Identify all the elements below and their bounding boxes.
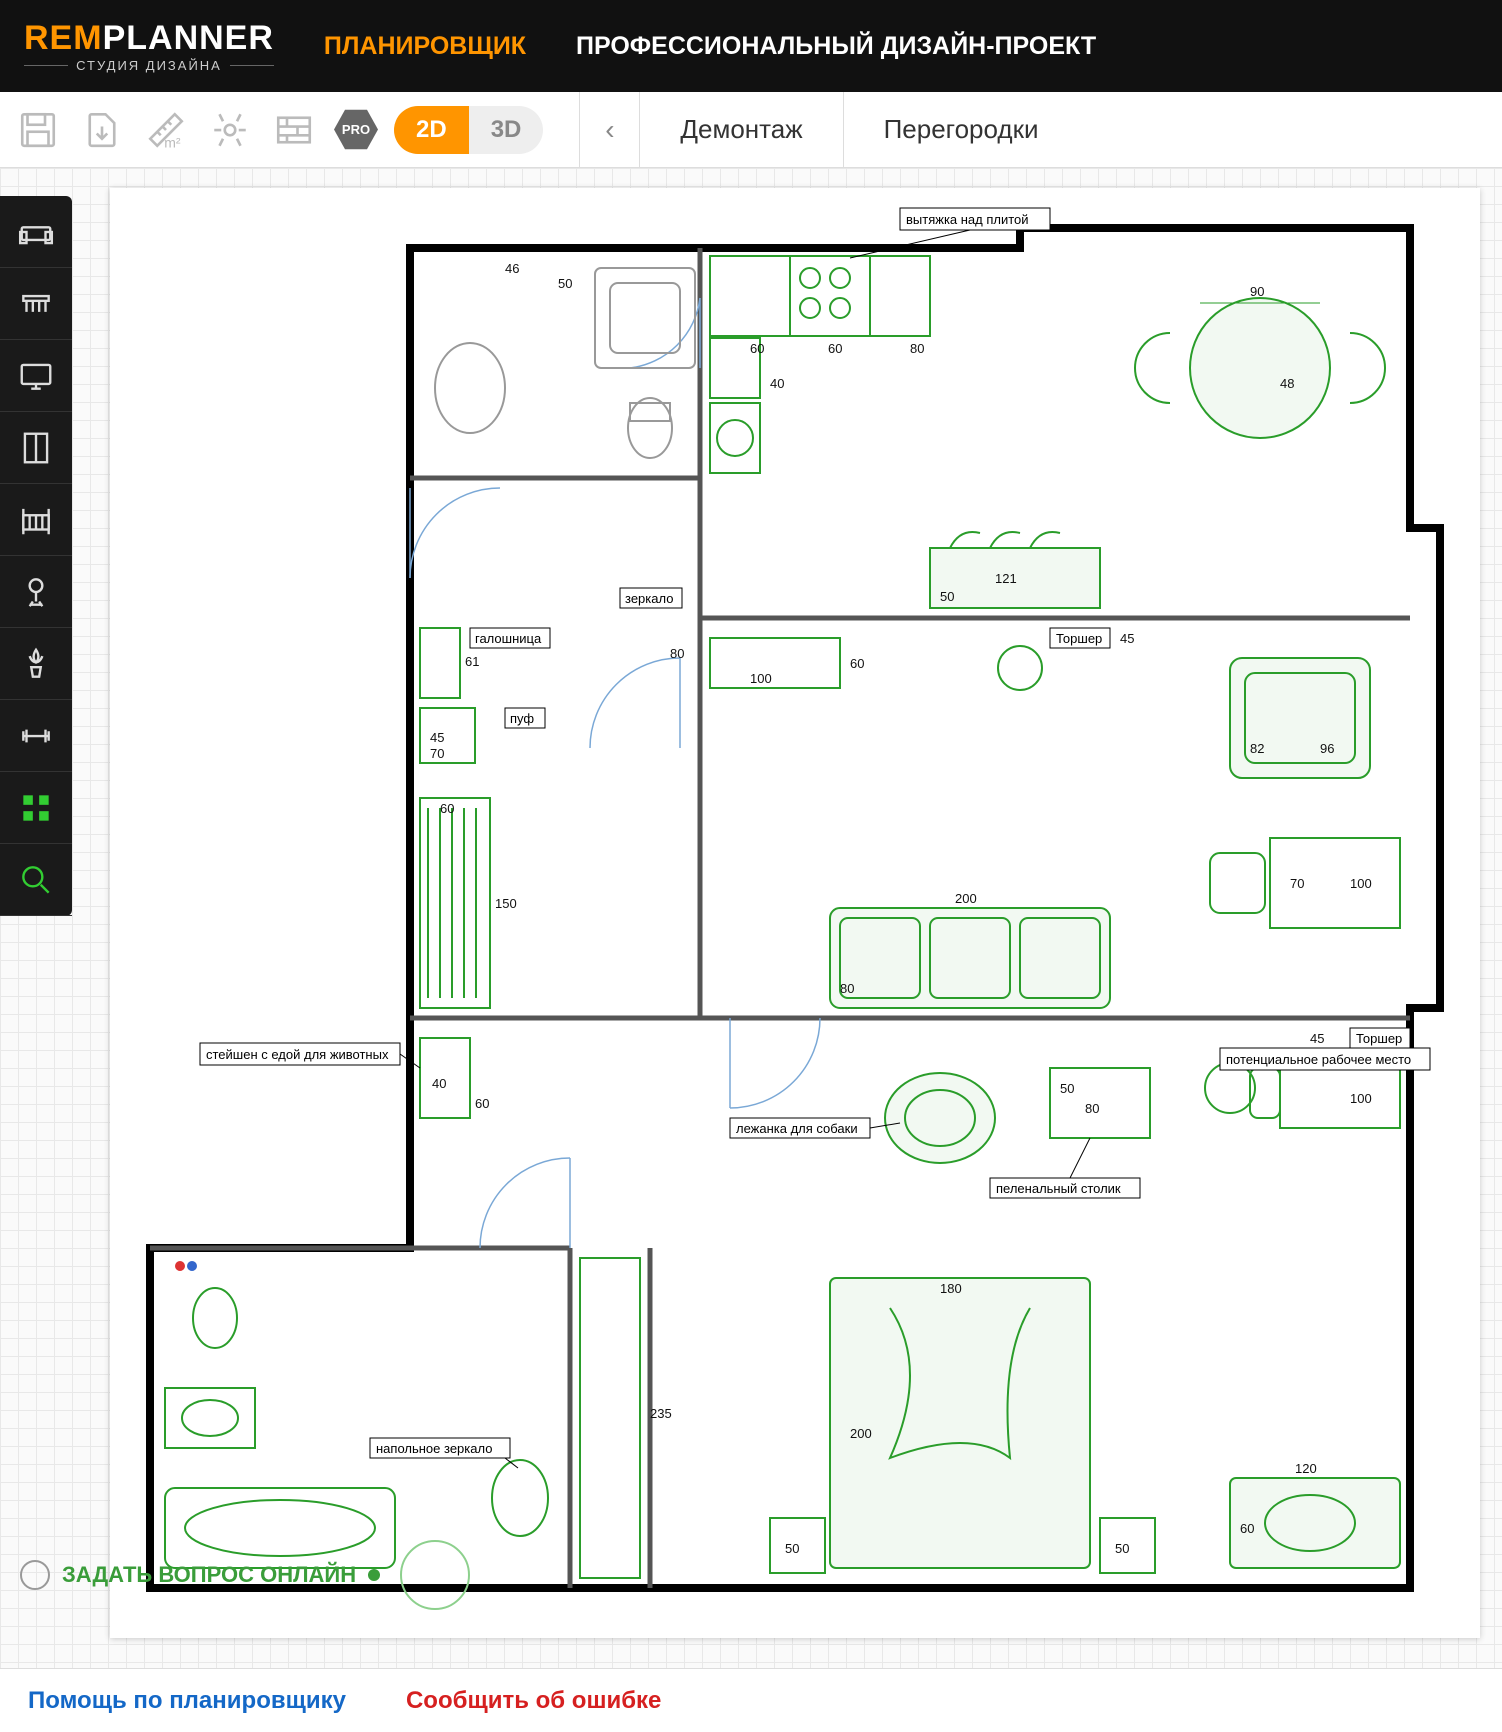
- svg-text:200: 200: [850, 1426, 872, 1441]
- label-workplace: потенциальное рабочее место: [1226, 1052, 1411, 1067]
- chat-online[interactable]: ЗАДАТЬ ВОПРОС ОНЛАЙН: [20, 1560, 380, 1590]
- view-toggle: 2D 3D: [394, 106, 543, 154]
- svg-text:80: 80: [670, 646, 684, 661]
- settings-icon[interactable]: [206, 106, 254, 154]
- app-header: REMPLANNER СТУДИЯ ДИЗАЙНА ПЛАНИРОВЩИК ПР…: [0, 0, 1502, 92]
- svg-text:61: 61: [465, 654, 479, 669]
- svg-text:50: 50: [1115, 1541, 1129, 1556]
- chat-bubble-icon: [20, 1560, 50, 1590]
- svg-text:50: 50: [785, 1541, 799, 1556]
- palette-sofa-icon[interactable]: [0, 196, 72, 268]
- view-2d[interactable]: 2D: [394, 106, 469, 154]
- svg-text:60: 60: [1240, 1521, 1254, 1536]
- svg-text:m²: m²: [164, 134, 181, 150]
- label-pet: стейшен с едой для животных: [206, 1047, 389, 1062]
- svg-text:82: 82: [1250, 741, 1264, 756]
- svg-text:45: 45: [1310, 1031, 1324, 1046]
- wall-icon[interactable]: [270, 106, 318, 154]
- label-lamp1: Торшер: [1056, 631, 1102, 646]
- logo-subtitle: СТУДИЯ ДИЗАЙНА: [24, 59, 274, 72]
- svg-text:200: 200: [955, 891, 977, 906]
- measure-icon[interactable]: m²: [142, 106, 190, 154]
- view-3d[interactable]: 3D: [469, 106, 544, 154]
- svg-text:50: 50: [940, 589, 954, 604]
- pro-badge[interactable]: PRO: [334, 108, 378, 152]
- svg-text:180: 180: [940, 1281, 962, 1296]
- tab-partitions[interactable]: Перегородки: [843, 92, 1079, 167]
- palette-crib-icon[interactable]: [0, 484, 72, 556]
- svg-text:100: 100: [1350, 876, 1372, 891]
- tabs-prev[interactable]: ‹: [579, 92, 639, 167]
- svg-text:40: 40: [432, 1076, 446, 1091]
- svg-text:80: 80: [1085, 1101, 1099, 1116]
- save-icon[interactable]: [14, 106, 62, 154]
- svg-text:70: 70: [430, 746, 444, 761]
- svg-text:60: 60: [850, 656, 864, 671]
- logo-planner: PLANNER: [103, 19, 274, 57]
- nav-planner[interactable]: ПЛАНИРОВЩИК: [324, 32, 526, 61]
- palette-chair-icon[interactable]: [0, 556, 72, 628]
- svg-text:80: 80: [840, 981, 854, 996]
- label-lamp2: Торшер: [1356, 1031, 1402, 1046]
- footer-error-link[interactable]: Сообщить об ошибке: [406, 1687, 661, 1715]
- footer: Помощь по планировщику Сообщить об ошибк…: [0, 1668, 1502, 1732]
- svg-text:45: 45: [430, 730, 444, 745]
- label-shoerack: галошница: [475, 631, 542, 646]
- label-changing: пеленальный столик: [996, 1181, 1121, 1196]
- svg-text:90: 90: [1250, 284, 1264, 299]
- toolbar: m² PRO 2D 3D ‹ Демонтаж Перегородки: [0, 92, 1502, 168]
- tab-demolition[interactable]: Демонтаж: [639, 92, 842, 167]
- canvas-area[interactable]: вытяжка над плитой 90 48 121 50 Торшер 4…: [0, 168, 1502, 1668]
- palette-plant-icon[interactable]: [0, 628, 72, 700]
- svg-text:120: 120: [1295, 1461, 1317, 1476]
- label-dogbed: лежанка для собаки: [736, 1121, 858, 1136]
- svg-text:48: 48: [1280, 376, 1294, 391]
- palette-search-icon[interactable]: [0, 844, 72, 916]
- svg-text:40: 40: [770, 376, 784, 391]
- svg-text:121: 121: [995, 571, 1017, 586]
- nav-pro-design[interactable]: ПРОФЕССИОНАЛЬНЫЙ ДИЗАЙН-ПРОЕКТ: [576, 32, 1096, 61]
- floorplan[interactable]: вытяжка над плитой 90 48 121 50 Торшер 4…: [110, 188, 1480, 1638]
- svg-text:45: 45: [1120, 631, 1134, 646]
- svg-text:96: 96: [1320, 741, 1334, 756]
- svg-text:60: 60: [440, 801, 454, 816]
- svg-text:150: 150: [495, 896, 517, 911]
- palette-wardrobe-icon[interactable]: [0, 412, 72, 484]
- label-pouf: пуф: [510, 711, 534, 726]
- plan-tabs: ‹ Демонтаж Перегородки: [579, 92, 1078, 167]
- svg-text:100: 100: [750, 671, 772, 686]
- svg-text:60: 60: [828, 341, 842, 356]
- logo-rem: REM: [24, 19, 103, 57]
- label-mirror: зеркало: [625, 591, 673, 606]
- svg-text:46: 46: [505, 261, 519, 276]
- svg-text:80: 80: [910, 341, 924, 356]
- palette-table-icon[interactable]: [0, 268, 72, 340]
- footer-help-link[interactable]: Помощь по планировщику: [28, 1687, 346, 1715]
- label-floor-mirror: напольное зеркало: [376, 1441, 492, 1456]
- export-icon[interactable]: [78, 106, 126, 154]
- svg-text:60: 60: [750, 341, 764, 356]
- palette-grid-icon[interactable]: [0, 772, 72, 844]
- svg-text:70: 70: [1290, 876, 1304, 891]
- online-dot-icon: [368, 1569, 380, 1581]
- svg-text:50: 50: [558, 276, 572, 291]
- palette-gym-icon[interactable]: [0, 700, 72, 772]
- svg-text:50: 50: [1060, 1081, 1074, 1096]
- furniture-palette: [0, 196, 72, 916]
- label-hood: вытяжка над плитой: [906, 212, 1029, 227]
- logo[interactable]: REMPLANNER СТУДИЯ ДИЗАЙНА: [24, 21, 274, 72]
- svg-text:235: 235: [650, 1406, 672, 1421]
- pulse-ring-icon: [400, 1540, 470, 1610]
- palette-tv-icon[interactable]: [0, 340, 72, 412]
- svg-text:100: 100: [1350, 1091, 1372, 1106]
- chat-label: ЗАДАТЬ ВОПРОС ОНЛАЙН: [62, 1562, 356, 1588]
- svg-text:60: 60: [475, 1096, 489, 1111]
